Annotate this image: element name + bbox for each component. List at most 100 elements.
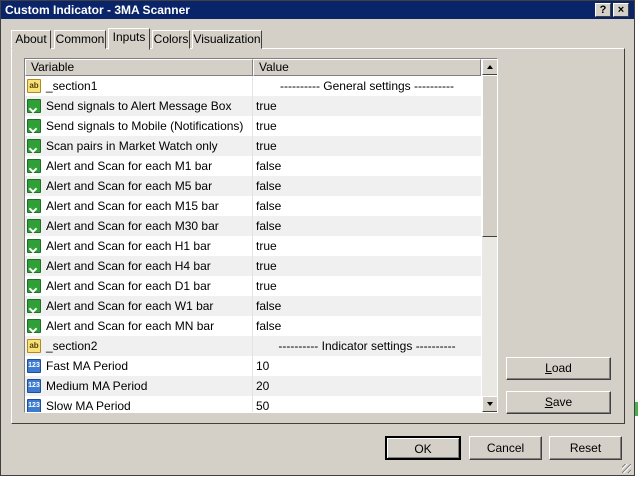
bool-icon — [27, 159, 41, 173]
variable-name: Medium MA Period — [46, 379, 148, 393]
bool-icon — [27, 279, 41, 293]
table-row[interactable]: Scan pairs in Market Watch only true — [25, 136, 481, 156]
variable-name: Alert and Scan for each M15 bar — [46, 199, 219, 213]
variable-cell: ab _section1 — [25, 76, 253, 96]
variable-name: Alert and Scan for each W1 bar — [46, 299, 214, 313]
number-icon: 123 — [27, 359, 41, 373]
column-header-variable[interactable]: Variable — [25, 59, 253, 76]
value-cell[interactable]: true — [253, 256, 481, 276]
inputs-table: Variable Value ab _section1 ---------- Gen… — [24, 58, 498, 413]
variable-name: Alert and Scan for each M30 bar — [46, 219, 219, 233]
variable-cell: Alert and Scan for each H4 bar — [25, 256, 253, 276]
dialog-window: Custom Indicator - 3MA Scanner ? × About… — [0, 0, 635, 476]
variable-cell: Send signals to Mobile (Notifications) — [25, 116, 253, 136]
variable-cell: 123 Medium MA Period — [25, 376, 253, 396]
value-cell[interactable]: false — [253, 296, 481, 316]
table-row[interactable]: Alert and Scan for each M15 bar false — [25, 196, 481, 216]
variable-name: _section2 — [46, 339, 98, 353]
table-row[interactable]: Alert and Scan for each M5 bar false — [25, 176, 481, 196]
bool-icon — [27, 239, 41, 253]
variable-cell: Alert and Scan for each M30 bar — [25, 216, 253, 236]
variable-name: Alert and Scan for each D1 bar — [46, 279, 211, 293]
value-cell[interactable]: ---------- General settings ---------- — [253, 76, 481, 96]
tab-about[interactable]: About — [11, 30, 51, 49]
help-button[interactable]: ? — [595, 3, 611, 17]
value-cell[interactable]: true — [253, 136, 481, 156]
vertical-scrollbar[interactable] — [482, 59, 497, 412]
variable-cell: Alert and Scan for each M5 bar — [25, 176, 253, 196]
tab-common[interactable]: Common — [54, 30, 106, 49]
title-bar[interactable]: Custom Indicator - 3MA Scanner ? × — [1, 1, 634, 19]
value-cell[interactable]: ---------- Indicator settings ---------- — [253, 336, 481, 356]
variable-cell: Alert and Scan for each M15 bar — [25, 196, 253, 216]
table-row[interactable]: Alert and Scan for each M1 bar false — [25, 156, 481, 176]
tab-colors[interactable]: Colors — [152, 30, 190, 49]
value-cell[interactable]: false — [253, 316, 481, 336]
scroll-thumb[interactable] — [482, 75, 497, 237]
load-button[interactable]: Load — [506, 357, 611, 380]
table-row[interactable]: Alert and Scan for each MN bar false — [25, 316, 481, 336]
table-row[interactable]: Alert and Scan for each W1 bar false — [25, 296, 481, 316]
bool-icon — [27, 179, 41, 193]
table-row[interactable]: Alert and Scan for each M30 bar false — [25, 216, 481, 236]
variable-cell: 123 Slow MA Period — [25, 396, 253, 413]
variable-name: Slow MA Period — [46, 399, 131, 413]
value-cell[interactable]: false — [253, 156, 481, 176]
variable-name: Alert and Scan for each MN bar — [46, 319, 215, 333]
bool-icon — [27, 199, 41, 213]
table-row[interactable]: ab _section1 ---------- General settings -… — [25, 76, 481, 96]
table-row[interactable]: Send signals to Mobile (Notifications) tr… — [25, 116, 481, 136]
value-cell[interactable]: 10 — [253, 356, 481, 376]
save-button[interactable]: Save — [506, 391, 611, 414]
variable-cell: 123 Fast MA Period — [25, 356, 253, 376]
table-row[interactable]: 123 Slow MA Period 50 — [25, 396, 481, 413]
ok-button[interactable]: OK — [385, 436, 461, 460]
variable-name: _section1 — [46, 79, 98, 93]
load-label: oad — [551, 361, 572, 375]
resize-grip-icon[interactable] — [619, 461, 633, 475]
variable-cell: Scan pairs in Market Watch only — [25, 136, 253, 156]
value-cell[interactable]: true — [253, 96, 481, 116]
value-cell[interactable]: true — [253, 116, 481, 136]
value-cell[interactable]: true — [253, 276, 481, 296]
variable-name: Send signals to Mobile (Notifications) — [46, 119, 244, 133]
variable-name: Alert and Scan for each M1 bar — [46, 159, 213, 173]
reset-button[interactable]: Reset — [549, 436, 622, 460]
load-mnemonic: L — [545, 361, 552, 375]
variable-cell: ab _section2 — [25, 336, 253, 356]
bool-icon — [27, 99, 41, 113]
table-row[interactable]: ab _section2 ---------- Indicator settings… — [25, 336, 481, 356]
number-icon: 123 — [27, 379, 41, 393]
tab-inputs[interactable]: Inputs — [108, 28, 150, 50]
value-cell[interactable]: false — [253, 176, 481, 196]
value-cell[interactable]: true — [253, 236, 481, 256]
bool-icon — [27, 139, 41, 153]
value-cell[interactable]: false — [253, 196, 481, 216]
table-row[interactable]: 123 Medium MA Period 20 — [25, 376, 481, 396]
table-row[interactable]: Alert and Scan for each D1 bar true — [25, 276, 481, 296]
close-button[interactable]: × — [613, 3, 629, 17]
table-row[interactable]: 123 Fast MA Period 10 — [25, 356, 481, 376]
variable-cell: Alert and Scan for each M1 bar — [25, 156, 253, 176]
value-cell[interactable]: 50 — [253, 396, 481, 412]
scroll-down-button[interactable] — [482, 396, 497, 412]
column-header-value[interactable]: Value — [253, 59, 481, 76]
variable-name: Alert and Scan for each H1 bar — [46, 239, 211, 253]
scroll-up-button[interactable] — [482, 59, 497, 75]
number-icon: 123 — [27, 399, 41, 412]
table-row[interactable]: Alert and Scan for each H4 bar true — [25, 256, 481, 276]
cancel-button[interactable]: Cancel — [469, 436, 542, 460]
variable-cell: Alert and Scan for each W1 bar — [25, 296, 253, 316]
table-row[interactable]: Alert and Scan for each H1 bar true — [25, 236, 481, 256]
variable-name: Scan pairs in Market Watch only — [46, 139, 218, 153]
variable-cell: Send signals to Alert Message Box — [25, 96, 253, 116]
bool-icon — [27, 259, 41, 273]
tab-visualization[interactable]: Visualization — [192, 30, 262, 49]
variable-name: Send signals to Alert Message Box — [46, 99, 232, 113]
value-cell[interactable]: 20 — [253, 376, 481, 396]
value-cell[interactable]: false — [253, 216, 481, 236]
table-row[interactable]: Send signals to Alert Message Box true — [25, 96, 481, 116]
window-title: Custom Indicator - 3MA Scanner — [5, 3, 190, 17]
bool-icon — [27, 219, 41, 233]
variable-name: Alert and Scan for each H4 bar — [46, 259, 211, 273]
